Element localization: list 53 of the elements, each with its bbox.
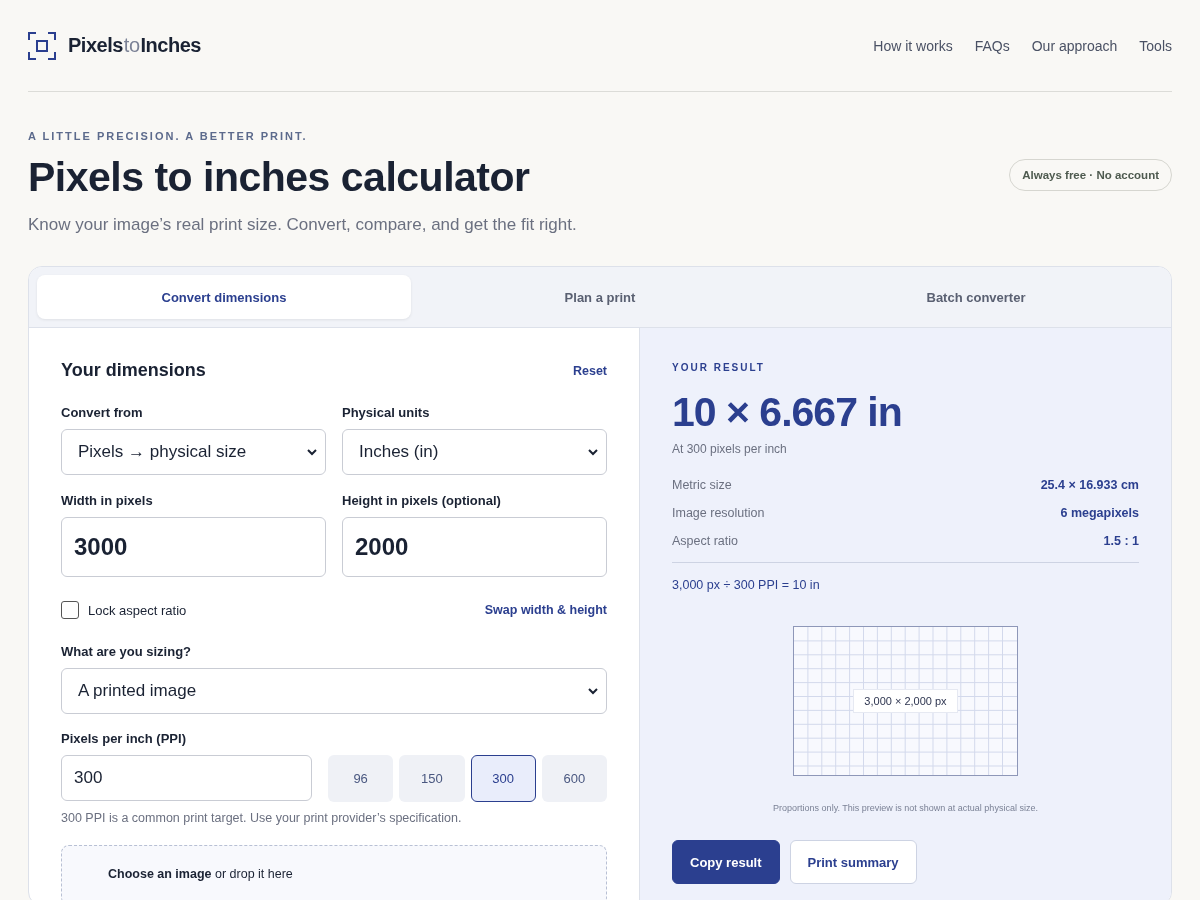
ppi-hint: 300 PPI is a common print target. Use your print provider’s specification. xyxy=(61,811,463,825)
convert-from-select[interactable]: Pixels → physical size xyxy=(61,429,326,475)
stat-label: Aspect ratio xyxy=(672,534,738,548)
dropzone-text: Choose an image or drop it here xyxy=(108,867,293,881)
page-subtitle: Know your image’s real print size. Convert, compare, and get the fit right. xyxy=(28,215,577,235)
nav-link[interactable]: Tools xyxy=(1139,37,1172,54)
field-label: Convert from xyxy=(61,405,144,420)
formula-text: 3,000 px ÷ 300 PPI = 10 in xyxy=(672,578,821,592)
swap-link[interactable]: Swap width & height xyxy=(484,603,607,617)
stat-value: 6 megapixels xyxy=(1060,506,1139,520)
units-select[interactable]: Inches (in) xyxy=(342,429,607,475)
tab[interactable]: Batch converter xyxy=(789,275,1163,319)
reset-link[interactable]: Reset xyxy=(572,363,607,378)
eyebrow-text: A LITTLE PRECISION. A BETTER PRINT. xyxy=(28,130,309,142)
logo-text: PixelstoInches xyxy=(68,34,201,57)
page-title: Pixels to inches calculator xyxy=(28,154,531,201)
section-title: Your dimensions xyxy=(61,360,206,381)
tab[interactable]: Convert dimensions xyxy=(37,275,411,319)
image-dropzone[interactable]: Choose an image or drop it here xyxy=(61,845,607,900)
chevron-down-icon xyxy=(588,448,598,456)
ppi-preset-button[interactable]: 600 xyxy=(541,755,607,802)
lock-checkbox[interactable] xyxy=(61,601,79,619)
preview-label: 3,000 × 2,000 px xyxy=(853,689,958,713)
field-label: Height in pixels (optional) xyxy=(342,493,502,508)
ppi-preset-button[interactable]: 96 xyxy=(328,755,394,802)
preview-note: Proportions only. This preview is not shown at actual physical size. xyxy=(772,803,1039,813)
height-input[interactable]: 2000 xyxy=(342,517,607,577)
stat-value: 1.5 : 1 xyxy=(1103,534,1139,548)
result-value: 10 × 6.667 in xyxy=(672,389,903,436)
copy-button[interactable]: Copy result xyxy=(672,840,780,884)
sizing-select[interactable]: A printed image xyxy=(61,668,607,714)
tab[interactable]: Plan a print xyxy=(413,275,787,319)
nav-link[interactable]: Our approach xyxy=(1031,37,1118,54)
field-label: What are you sizing? xyxy=(61,644,192,659)
ppi-preset-button[interactable]: 150 xyxy=(399,755,465,802)
chevron-down-icon xyxy=(307,448,317,456)
print-button[interactable]: Print summary xyxy=(789,840,917,884)
chevron-down-icon xyxy=(588,687,598,695)
result-caption: At 300 pixels per inch xyxy=(672,442,788,456)
logo-icon xyxy=(28,31,56,60)
stat-label: Metric size xyxy=(672,478,732,492)
field-label: Physical units xyxy=(342,405,431,420)
nav-link[interactable]: FAQs xyxy=(974,37,1010,54)
width-input[interactable]: 3000 xyxy=(61,517,326,577)
checkbox-label: Lock aspect ratio xyxy=(88,602,187,618)
field-label: Width in pixels xyxy=(61,493,154,508)
ppi-preset-button[interactable]: 300 xyxy=(470,755,536,802)
field-label: Pixels per inch (PPI) xyxy=(61,731,187,746)
ppi-input[interactable]: 300 xyxy=(61,755,312,801)
stat-value: 25.4 × 16.933 cm xyxy=(1040,478,1139,492)
nav-link[interactable]: How it works xyxy=(873,37,953,54)
stat-label: Image resolution xyxy=(672,506,765,520)
result-eyebrow: YOUR RESULT xyxy=(672,362,766,373)
